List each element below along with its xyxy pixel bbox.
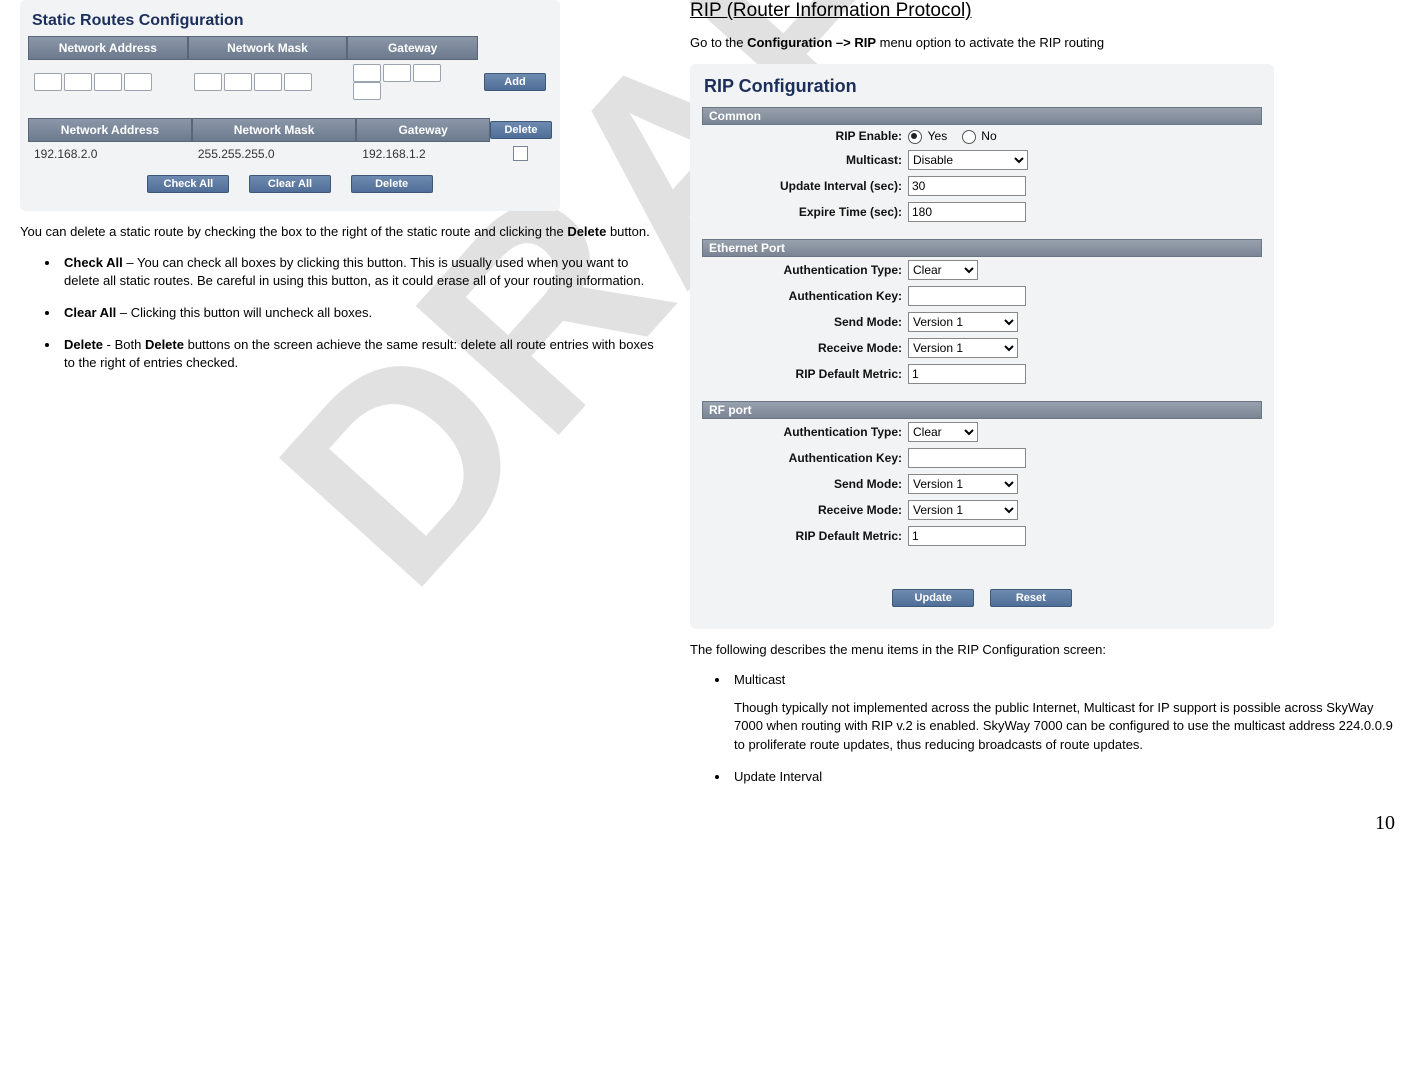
rf-auth-type-select[interactable]: Clear: [908, 422, 978, 442]
mask-input-cell: [188, 60, 348, 104]
ip-octet-input[interactable]: [284, 73, 312, 91]
multicast-select[interactable]: Disable: [908, 150, 1028, 170]
section-common: Common: [702, 107, 1262, 125]
row-addr: 192.168.2.0: [28, 142, 192, 165]
reset-button[interactable]: Reset: [990, 589, 1072, 607]
rf-send-mode-select[interactable]: Version 1: [908, 474, 1018, 494]
ip-octet-input[interactable]: [94, 73, 122, 91]
rf-auth-type-label: Authentication Type:: [702, 425, 908, 439]
rip-enable-label: RIP Enable:: [702, 129, 908, 143]
list-item: Check All – You can check all boxes by c…: [60, 254, 660, 290]
clear-all-button[interactable]: Clear All: [249, 175, 331, 193]
eth-auth-type-select[interactable]: Clear: [908, 260, 978, 280]
update-button[interactable]: Update: [892, 589, 974, 607]
ip-octet-input[interactable]: [34, 73, 62, 91]
eth-metric-label: RIP Default Metric:: [702, 367, 908, 381]
list-item: Multicast Though typically not implement…: [730, 671, 1405, 754]
eth-metric-input[interactable]: [908, 364, 1026, 384]
ip-octet-input[interactable]: [413, 64, 441, 82]
ip-octet-input[interactable]: [124, 73, 152, 91]
eth-auth-key-label: Authentication Key:: [702, 289, 908, 303]
rip-after-para: The following describes the menu items i…: [690, 641, 1405, 659]
rf-metric-label: RIP Default Metric:: [702, 529, 908, 543]
ip-octet-input[interactable]: [254, 73, 282, 91]
rip-config-panel: RIP Configuration Common RIP Enable: Yes…: [690, 64, 1274, 629]
rf-metric-input[interactable]: [908, 526, 1026, 546]
rf-send-mode-label: Send Mode:: [702, 477, 908, 491]
page-number: 10: [20, 812, 1395, 835]
static-routes-input-table: Network Address Network Mask Gateway: [28, 36, 552, 104]
ip-octet-input[interactable]: [383, 64, 411, 82]
col-network-mask: Network Mask: [192, 118, 356, 142]
col-gateway: Gateway: [356, 118, 490, 142]
ip-octet-input[interactable]: [353, 64, 381, 82]
eth-send-mode-label: Send Mode:: [702, 315, 908, 329]
gw-input-cell: [347, 60, 478, 104]
row-checkbox[interactable]: [513, 146, 528, 161]
expire-time-input[interactable]: [908, 202, 1026, 222]
rip-enable-no-text: No: [981, 129, 996, 143]
rf-auth-key-input[interactable]: [908, 448, 1026, 468]
rip-intro: Go to the Configuration –> RIP menu opti…: [690, 34, 1405, 52]
rip-heading: RIP (Router Information Protocol): [690, 0, 1405, 22]
list-item: Clear All – Clicking this button will un…: [60, 304, 660, 322]
rf-recv-mode-select[interactable]: Version 1: [908, 500, 1018, 520]
delete-button-header[interactable]: Delete: [490, 121, 552, 139]
eth-auth-type-label: Authentication Type:: [702, 263, 908, 277]
ip-octet-input[interactable]: [353, 82, 381, 100]
table-row: 192.168.2.0 255.255.255.0 192.168.1.2: [28, 142, 552, 165]
section-ethernet: Ethernet Port: [702, 239, 1262, 257]
delete-instruction: You can delete a static route by checkin…: [20, 223, 660, 241]
rip-enable-no-radio[interactable]: [962, 130, 976, 144]
row-mask: 255.255.255.0: [192, 142, 356, 165]
delete-button[interactable]: Delete: [351, 175, 433, 193]
rip-config-title: RIP Configuration: [702, 76, 1262, 97]
eth-auth-key-input[interactable]: [908, 286, 1026, 306]
bottom-button-row: Check All Clear All Delete: [28, 175, 552, 193]
col-gateway: Gateway: [347, 36, 478, 60]
list-item: Update Interval: [730, 768, 1405, 786]
static-routes-title: Static Routes Configuration: [28, 8, 552, 36]
static-routes-panel: Static Routes Configuration Network Addr…: [20, 0, 560, 211]
rf-recv-mode-label: Receive Mode:: [702, 503, 908, 517]
expire-time-label: Expire Time (sec):: [702, 205, 908, 219]
ip-octet-input[interactable]: [194, 73, 222, 91]
eth-send-mode-select[interactable]: Version 1: [908, 312, 1018, 332]
multicast-label: Multicast:: [702, 153, 908, 167]
rip-enable-yes-radio[interactable]: [908, 130, 922, 144]
section-rf: RF port: [702, 401, 1262, 419]
rip-enable-yes-text: Yes: [928, 129, 948, 143]
list-item: Delete - Both Delete buttons on the scre…: [60, 336, 660, 372]
check-all-button[interactable]: Check All: [147, 175, 229, 193]
update-interval-input[interactable]: [908, 176, 1026, 196]
ip-octet-input[interactable]: [64, 73, 92, 91]
col-network-mask: Network Mask: [188, 36, 348, 60]
update-interval-label: Update Interval (sec):: [702, 179, 908, 193]
addr-input-cell: [28, 60, 188, 104]
row-gw: 192.168.1.2: [356, 142, 490, 165]
rf-auth-key-label: Authentication Key:: [702, 451, 908, 465]
static-routes-list-table: Network Address Network Mask Gateway Del…: [28, 118, 552, 165]
ip-octet-input[interactable]: [224, 73, 252, 91]
eth-recv-mode-label: Receive Mode:: [702, 341, 908, 355]
eth-recv-mode-select[interactable]: Version 1: [908, 338, 1018, 358]
col-network-address: Network Address: [28, 118, 192, 142]
rip-button-row: Update Reset: [702, 589, 1262, 607]
add-button[interactable]: Add: [484, 73, 546, 91]
col-network-address: Network Address: [28, 36, 188, 60]
